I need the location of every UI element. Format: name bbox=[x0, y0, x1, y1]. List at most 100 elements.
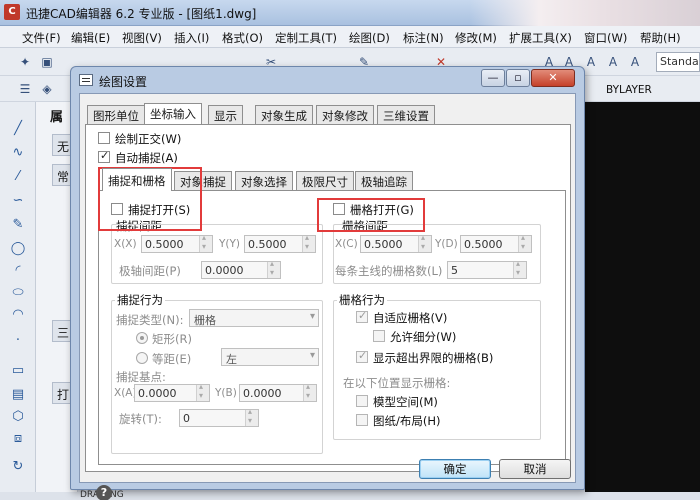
hatch-icon[interactable]: ▤ bbox=[9, 386, 27, 404]
cancel-button[interactable]: 取消 bbox=[499, 459, 571, 479]
menu-format[interactable]: 格式(O) bbox=[222, 30, 263, 46]
circle-icon[interactable]: ◯ bbox=[9, 240, 27, 258]
snap-rotation-input[interactable]: 0 bbox=[179, 407, 259, 427]
layer-icon[interactable]: ☰ bbox=[16, 80, 34, 98]
annotation-highlight-grid bbox=[317, 198, 425, 232]
ellipse-arc-icon[interactable]: ◠ bbox=[9, 306, 27, 324]
menu-insert[interactable]: 插入(I) bbox=[174, 30, 209, 46]
isometric-snap-label: 等距(E) bbox=[152, 352, 192, 366]
menu-file[interactable]: 文件(F) bbox=[22, 30, 61, 46]
tab-3d-settings[interactable]: 三维设置 bbox=[377, 105, 435, 124]
drawing-canvas[interactable] bbox=[585, 102, 700, 500]
menu-window[interactable]: 窗口(W) bbox=[584, 30, 627, 46]
snap-base-y-label: Y(B) bbox=[215, 387, 237, 399]
menu-view[interactable]: 视图(V) bbox=[122, 30, 162, 46]
grid-y-label: Y(D) bbox=[435, 238, 458, 250]
point-icon[interactable]: · bbox=[9, 332, 27, 350]
model-space-checkbox[interactable] bbox=[356, 395, 368, 407]
isometric-snap-radio[interactable] bbox=[136, 352, 148, 364]
snap-behavior-title: 捕捉行为 bbox=[115, 292, 165, 308]
arc-icon[interactable]: ◜ bbox=[9, 262, 27, 280]
allow-subdivide-label: 允许细分(W) bbox=[390, 330, 457, 344]
app-title: 迅捷CAD编辑器 6.2 专业版 - [图纸1.dwg] bbox=[26, 7, 257, 21]
snap-type-label: 捕捉类型(N): bbox=[116, 313, 184, 327]
restore-button[interactable]: ▫ bbox=[506, 69, 530, 87]
paper-layout-label: 图纸/布局(H) bbox=[373, 414, 441, 428]
tab-display[interactable]: 显示 bbox=[208, 105, 243, 124]
paper-layout-checkbox[interactable] bbox=[356, 414, 368, 426]
tab-coordinate-input[interactable]: 坐标输入 bbox=[144, 103, 202, 124]
app-titlebar: C 迅捷CAD编辑器 6.2 专业版 - [图纸1.dwg] bbox=[0, 0, 700, 26]
open-file-icon[interactable]: ▣ bbox=[38, 53, 56, 71]
minimize-button[interactable]: — bbox=[481, 69, 505, 87]
ortho-checkbox[interactable] bbox=[98, 132, 110, 144]
snap-y-label: Y(Y) bbox=[219, 238, 241, 250]
snap-y-input[interactable]: 0.5000 bbox=[244, 233, 316, 253]
subtab-limits[interactable]: 极限尺寸 bbox=[296, 171, 354, 190]
snap-x-input[interactable]: 0.5000 bbox=[141, 233, 213, 253]
linetype-combo[interactable]: BYLAYER bbox=[600, 82, 700, 100]
snap-base-y-input[interactable]: 0.0000 bbox=[239, 382, 317, 402]
region-icon[interactable]: ⬡ bbox=[9, 408, 27, 426]
regen-icon[interactable]: ↻ bbox=[9, 458, 27, 476]
spell-check-icon[interactable]: A bbox=[604, 53, 622, 71]
construction-line-icon[interactable]: ⁄ bbox=[9, 168, 27, 186]
adaptive-grid-checkbox[interactable] bbox=[356, 309, 368, 323]
subtab-snap-grid[interactable]: 捕捉和栅格 bbox=[102, 168, 172, 191]
find-text-icon[interactable]: A bbox=[626, 53, 644, 71]
sketch-icon[interactable]: ✎ bbox=[9, 216, 27, 234]
grid-x-label: X(C) bbox=[335, 238, 358, 250]
menu-help[interactable]: 帮助(H) bbox=[640, 30, 681, 46]
text-edit-icon[interactable]: A bbox=[582, 53, 600, 71]
grid-major-label: 每条主线的栅格数(L) bbox=[335, 264, 443, 278]
display-beyond-limits-checkbox[interactable] bbox=[356, 349, 368, 363]
polyline-icon[interactable]: ∿ bbox=[9, 144, 27, 162]
subtab-polar-tracking[interactable]: 极轴追踪 bbox=[355, 171, 413, 190]
display-grid-at-label: 在以下位置显示栅格: bbox=[343, 376, 451, 390]
spline-icon[interactable]: ∽ bbox=[9, 192, 27, 210]
properties-title: 属 bbox=[50, 110, 64, 125]
close-button[interactable]: ✕ bbox=[531, 69, 575, 87]
menu-custom-tools[interactable]: 定制工具(T) bbox=[275, 30, 337, 46]
rectangular-snap-radio[interactable] bbox=[136, 332, 148, 344]
block-icon[interactable]: ⧈ bbox=[9, 430, 27, 448]
drawing-settings-dialog: 绘图设置 — ▫ ✕ 图形单位 坐标输入 显示 对象生成 对象修改 三维设置 绘… bbox=[70, 66, 585, 500]
line-icon[interactable]: ╱ bbox=[9, 120, 27, 138]
grid-x-input[interactable]: 0.5000 bbox=[360, 233, 432, 253]
polar-spacing-input[interactable]: 0.0000 bbox=[201, 259, 281, 279]
menu-extension-tools[interactable]: 扩展工具(X) bbox=[509, 30, 572, 46]
display-beyond-limits-label: 显示超出界限的栅格(B) bbox=[373, 351, 494, 365]
subtab-object-selection[interactable]: 对象选择 bbox=[235, 171, 293, 190]
rectangular-snap-label: 矩形(R) bbox=[152, 332, 192, 346]
app-logo-icon: C bbox=[4, 4, 20, 20]
menu-draw[interactable]: 绘图(D) bbox=[349, 30, 390, 46]
tab-object-modify[interactable]: 对象修改 bbox=[316, 105, 374, 124]
ortho-label: 绘制正交(W) bbox=[115, 132, 182, 146]
grid-major-input[interactable]: 5 bbox=[447, 259, 527, 279]
menu-dimension[interactable]: 标注(N) bbox=[403, 30, 444, 46]
isometric-side-select[interactable]: 左 bbox=[221, 348, 319, 366]
new-file-icon[interactable]: ✦ bbox=[16, 53, 34, 71]
help-icon[interactable]: ? bbox=[96, 485, 112, 500]
dialog-window-icon bbox=[79, 74, 93, 86]
autosnap-label: 自动捕捉(A) bbox=[115, 151, 178, 165]
text-style-combo[interactable]: Standa bbox=[656, 52, 700, 72]
titlebar-background-image bbox=[470, 0, 700, 26]
snap-x-label: X(X) bbox=[114, 238, 137, 250]
layer-state-icon[interactable]: ◈ bbox=[38, 80, 56, 98]
autosnap-checkbox[interactable] bbox=[98, 149, 110, 163]
polar-spacing-label: 极轴间距(P) bbox=[119, 264, 181, 278]
allow-subdivide-checkbox[interactable] bbox=[373, 330, 385, 342]
tab-drawing-units[interactable]: 图形单位 bbox=[87, 105, 145, 124]
snap-rotation-label: 旋转(T): bbox=[119, 412, 162, 426]
adaptive-grid-label: 自适应栅格(V) bbox=[373, 311, 448, 325]
menu-edit[interactable]: 编辑(E) bbox=[71, 30, 110, 46]
snap-type-select[interactable]: 栅格 bbox=[189, 309, 319, 327]
menu-modify[interactable]: 修改(M) bbox=[455, 30, 497, 46]
ellipse-icon[interactable]: ⬭ bbox=[9, 284, 27, 302]
ok-button[interactable]: 确定 bbox=[419, 459, 491, 479]
tab-object-creation[interactable]: 对象生成 bbox=[255, 105, 313, 124]
snap-base-x-input[interactable]: 0.0000 bbox=[134, 382, 210, 402]
rectangle-icon[interactable]: ▭ bbox=[9, 362, 27, 380]
grid-y-input[interactable]: 0.5000 bbox=[460, 233, 532, 253]
